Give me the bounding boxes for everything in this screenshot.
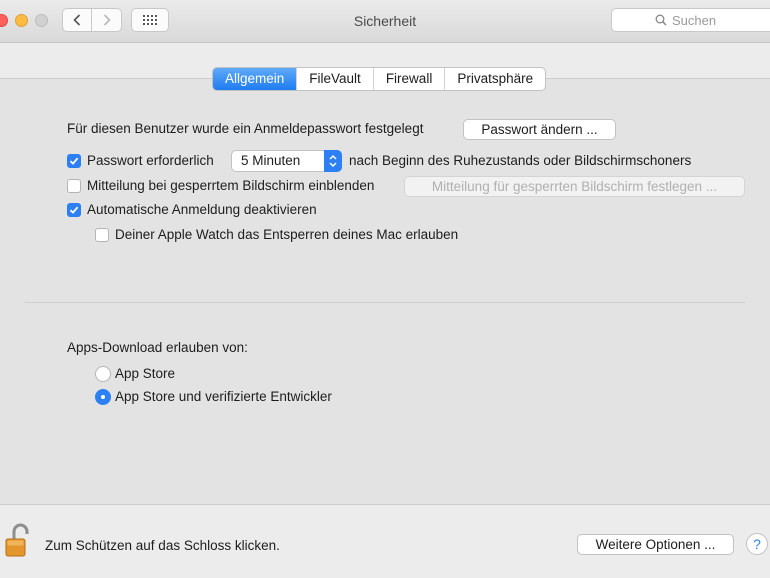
disable-auto-login-checkbox[interactable] bbox=[67, 203, 81, 217]
radio-app-store-identified-label: App Store und verifizierte Entwickler bbox=[115, 389, 332, 404]
tab-firewall[interactable]: Firewall bbox=[372, 68, 445, 90]
advanced-options-button[interactable]: Weitere Optionen ... bbox=[577, 534, 734, 555]
title-bar: Sicherheit Suchen bbox=[0, 0, 770, 43]
radio-app-store-label: App Store bbox=[115, 366, 176, 381]
lock-hint-text: Zum Schützen auf das Schloss klicken. bbox=[45, 538, 280, 553]
lock-message-checkbox[interactable] bbox=[67, 179, 81, 193]
change-password-button[interactable]: Passwort ändern ... bbox=[463, 119, 616, 140]
search-icon bbox=[655, 14, 667, 26]
require-password-label: Passwort erforderlich bbox=[87, 153, 214, 168]
radio-app-store[interactable] bbox=[95, 366, 111, 382]
require-password-checkbox[interactable] bbox=[67, 154, 81, 168]
content-panel bbox=[0, 78, 770, 505]
checkmark-icon bbox=[69, 206, 79, 214]
search-placeholder: Suchen bbox=[672, 12, 717, 28]
lock-button[interactable] bbox=[5, 522, 33, 561]
stepper-arrows-icon bbox=[324, 150, 342, 172]
password-delay-select[interactable]: 5 Minuten bbox=[231, 150, 342, 172]
checkmark-icon bbox=[69, 157, 79, 165]
tab-bar: Allgemein FileVault Firewall Privatsphär… bbox=[212, 67, 547, 91]
section-divider bbox=[25, 302, 745, 303]
after-sleep-text: nach Beginn des Ruhezustands oder Bildsc… bbox=[349, 153, 692, 168]
radio-app-store-identified[interactable] bbox=[95, 389, 111, 405]
password-delay-value: 5 Minuten bbox=[241, 153, 301, 168]
password-set-text: Für diesen Benutzer wurde ein Anmeldepas… bbox=[67, 121, 424, 136]
lock-open-icon bbox=[5, 523, 29, 557]
search-field[interactable]: Suchen bbox=[611, 8, 770, 32]
tab-allgemein[interactable]: Allgemein bbox=[213, 68, 297, 90]
help-button[interactable]: ? bbox=[746, 533, 768, 555]
tab-filevault[interactable]: FileVault bbox=[296, 68, 373, 90]
disable-auto-login-label: Automatische Anmeldung deaktivieren bbox=[87, 202, 317, 217]
lock-message-label: Mitteilung bei gesperrtem Bildschirm ein… bbox=[87, 178, 375, 193]
apple-watch-checkbox[interactable] bbox=[95, 228, 109, 242]
apple-watch-label: Deiner Apple Watch das Entsperren deines… bbox=[115, 227, 459, 242]
tab-privatsphaere[interactable]: Privatsphäre bbox=[444, 68, 545, 90]
downloads-heading: Apps-Download erlauben von: bbox=[67, 340, 248, 355]
lock-message-button[interactable]: Mitteilung für gesperrten Bildschirm fes… bbox=[404, 176, 745, 197]
